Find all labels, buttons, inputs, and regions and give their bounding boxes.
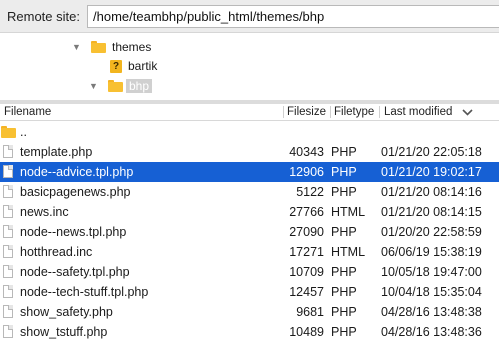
- file-size: 27766: [289, 205, 324, 219]
- file-icon: [3, 245, 13, 258]
- file-icon: [3, 225, 13, 238]
- tree-item-bhp[interactable]: ▼ bhp: [89, 77, 153, 95]
- file-size: 17271: [289, 245, 324, 259]
- unknown-folder-icon: ?: [110, 59, 122, 73]
- file-name: node--advice.tpl.php: [20, 165, 134, 179]
- column-header-filename[interactable]: Filename: [4, 106, 51, 118]
- file-row[interactable]: node--tech-stuff.tpl.php 12457 PHP 10/04…: [0, 282, 499, 302]
- file-size: 9681: [296, 305, 324, 319]
- file-modified: 01/20/20 22:58:59: [381, 225, 482, 239]
- file-row[interactable]: show_safety.php 9681 PHP 04/28/16 13:48:…: [0, 302, 499, 322]
- column-separator[interactable]: [330, 106, 331, 118]
- chevron-down-icon[interactable]: [462, 109, 473, 116]
- remote-file-list: Filename Filesize Filetype Last modified…: [0, 104, 499, 344]
- file-modified: 04/28/16 13:48:38: [381, 305, 482, 319]
- file-modified: 01/21/20 22:05:18: [381, 145, 482, 159]
- file-size: 12457: [289, 285, 324, 299]
- file-row[interactable]: show_tstuff.php 10489 PHP 04/28/16 13:48…: [0, 322, 499, 342]
- file-name: node--news.tpl.php: [20, 225, 127, 239]
- file-name: news.inc: [20, 205, 69, 219]
- file-icon: [3, 285, 13, 298]
- file-modified: 04/28/16 13:48:36: [381, 325, 482, 339]
- file-size: 5122: [296, 185, 324, 199]
- file-type: PHP: [331, 305, 357, 319]
- column-header-modified[interactable]: Last modified: [384, 106, 452, 118]
- file-type: PHP: [331, 265, 357, 279]
- file-modified: 10/05/18 19:47:00: [381, 265, 482, 279]
- file-name: ..: [20, 125, 27, 139]
- column-separator[interactable]: [283, 106, 284, 118]
- file-modified: 01/21/20 08:14:16: [381, 185, 482, 199]
- disclosure-expanded-icon[interactable]: ▼: [89, 81, 99, 91]
- file-name: template.php: [20, 145, 93, 159]
- column-separator[interactable]: [379, 106, 380, 118]
- file-row[interactable]: basicpagenews.php 5122 PHP 01/21/20 08:1…: [0, 182, 499, 202]
- column-header-filesize[interactable]: Filesize: [287, 106, 326, 118]
- file-name: show_tstuff.php: [20, 325, 108, 339]
- file-row[interactable]: hotthread.inc 17271 HTML 06/06/19 15:38:…: [0, 242, 499, 262]
- file-name: show_safety.php: [20, 305, 113, 319]
- file-modified: 10/04/18 15:35:04: [381, 285, 482, 299]
- tree-item-themes[interactable]: ▼ themes: [72, 38, 151, 56]
- file-row-selected[interactable]: node--advice.tpl.php 12906 PHP 01/21/20 …: [0, 162, 499, 182]
- file-size: 27090: [289, 225, 324, 239]
- file-modified: 01/21/20 08:14:15: [381, 205, 482, 219]
- remote-directory-tree: ▼ themes ? bartik ▼ bhp: [0, 34, 499, 100]
- file-row[interactable]: news.inc 27766 HTML 01/21/20 08:14:15: [0, 202, 499, 222]
- file-row[interactable]: template.php 40343 PHP 01/21/20 22:05:18: [0, 142, 499, 162]
- file-type: PHP: [331, 325, 357, 339]
- remote-site-bar: Remote site:: [0, 0, 499, 33]
- remote-site-label: Remote site:: [7, 9, 80, 24]
- file-type: PHP: [331, 225, 357, 239]
- file-modified: 06/06/19 15:38:19: [381, 245, 482, 259]
- file-row[interactable]: node--news.tpl.php 27090 PHP 01/20/20 22…: [0, 222, 499, 242]
- file-type: HTML: [331, 245, 366, 259]
- tree-item-bartik[interactable]: ? bartik: [110, 57, 157, 75]
- file-name: node--safety.tpl.php: [20, 265, 130, 279]
- file-name: hotthread.inc: [20, 245, 93, 259]
- file-type: PHP: [331, 145, 357, 159]
- file-size: 40343: [289, 145, 324, 159]
- file-row[interactable]: node--safety.tpl.php 10709 PHP 10/05/18 …: [0, 262, 499, 282]
- disclosure-expanded-icon[interactable]: ▼: [72, 42, 82, 52]
- remote-site-input[interactable]: [87, 5, 499, 28]
- file-icon: [3, 185, 13, 198]
- tree-item-label: themes: [112, 40, 152, 54]
- folder-icon: [91, 41, 106, 53]
- file-row-parent[interactable]: ..: [0, 122, 499, 142]
- file-icon: [3, 265, 13, 278]
- file-icon: [3, 305, 13, 318]
- file-icon: [3, 165, 13, 178]
- file-size: 10709: [289, 265, 324, 279]
- file-name: node--tech-stuff.tpl.php: [20, 285, 149, 299]
- file-icon: [3, 325, 13, 338]
- folder-icon: [1, 126, 16, 138]
- folder-icon: [108, 80, 123, 92]
- file-type: HTML: [331, 205, 366, 219]
- tree-item-label: bartik: [128, 59, 158, 73]
- file-icon: [3, 205, 13, 218]
- file-size: 12906: [289, 165, 324, 179]
- file-modified: 01/21/20 19:02:17: [381, 165, 482, 179]
- file-size: 10489: [289, 325, 324, 339]
- file-type: PHP: [331, 165, 357, 179]
- file-list-header: Filename Filesize Filetype Last modified: [0, 104, 499, 121]
- file-type: PHP: [331, 285, 357, 299]
- tree-item-label: bhp: [126, 79, 153, 93]
- file-type: PHP: [331, 185, 357, 199]
- file-name: basicpagenews.php: [20, 185, 131, 199]
- file-icon: [3, 145, 13, 158]
- column-header-filetype[interactable]: Filetype: [334, 106, 374, 118]
